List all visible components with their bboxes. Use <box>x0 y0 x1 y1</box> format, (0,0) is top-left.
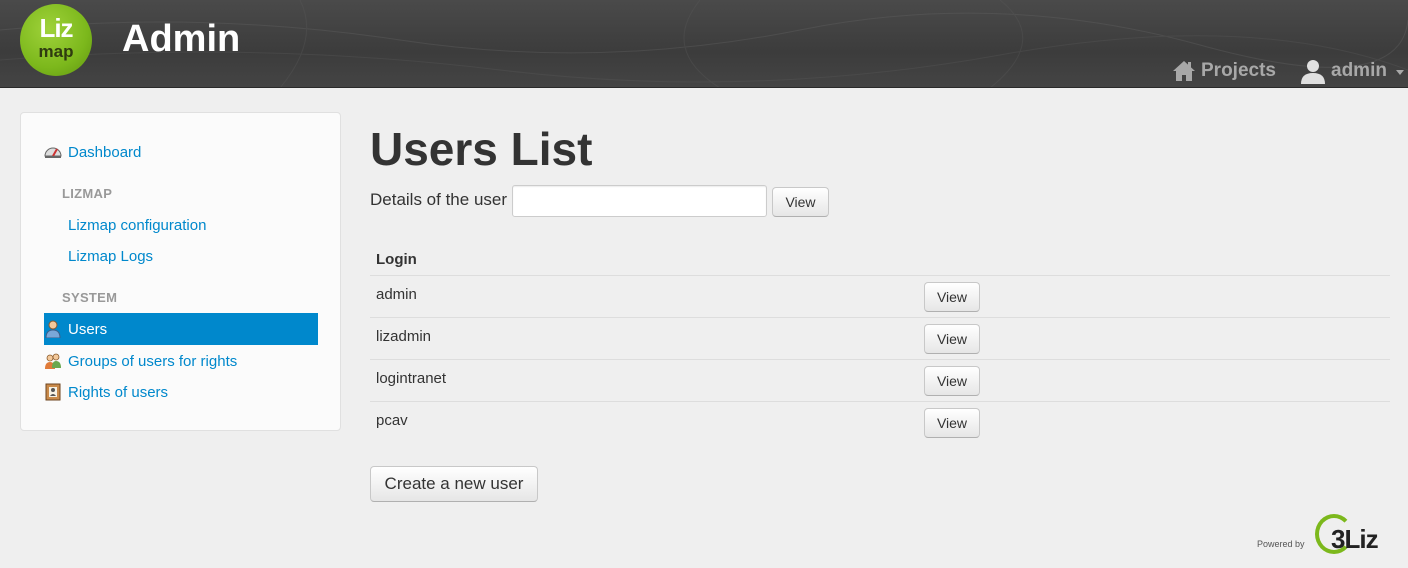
groups-icon <box>45 353 61 369</box>
sidebar-item-label: Rights of users <box>68 383 169 401</box>
page-brand-title: Admin <box>122 18 241 60</box>
sidebar-item-label: Dashboard <box>68 143 142 161</box>
sidebar-item-dashboard[interactable]: Dashboard <box>44 136 318 168</box>
nav-projects-link[interactable]: Projects <box>1172 57 1276 85</box>
user-icon <box>1301 60 1325 84</box>
view-user-details-button[interactable]: View <box>772 187 829 217</box>
view-user-button[interactable]: View <box>924 324 980 354</box>
dashboard-icon <box>44 147 62 158</box>
rights-icon <box>45 383 61 401</box>
user-menu-dropdown[interactable]: admin <box>1300 57 1404 85</box>
table-row: lizadmin View <box>370 318 1390 360</box>
top-navbar: Liz map Admin Projects admin <box>0 0 1408 88</box>
sidebar-header-system: SYSTEM <box>62 290 118 305</box>
logo-text-top: Liz <box>39 13 73 43</box>
user-login-input[interactable] <box>512 185 767 217</box>
3liz-brand-text: 3Liz <box>1331 524 1379 554</box>
logo-text-bottom: map <box>38 42 74 61</box>
sidebar-item-label: Users <box>68 320 108 338</box>
table-row: pcav View <box>370 402 1390 444</box>
create-new-user-button[interactable]: Create a new user <box>370 466 538 502</box>
sidebar-item-label: Lizmap Logs <box>68 247 154 265</box>
powered-by-text: Powered by <box>1257 539 1305 549</box>
view-user-button[interactable]: View <box>924 366 980 396</box>
lizmap-logo[interactable]: Liz map <box>20 4 92 76</box>
view-user-button[interactable]: View <box>924 408 980 438</box>
admin-sidebar: Dashboard LIZMAP Lizmap configuration Li… <box>20 112 341 431</box>
table-row: admin View <box>370 276 1390 318</box>
sidebar-item-label: Groups of users for rights <box>68 352 238 370</box>
nav-projects-label: Projects <box>1201 60 1276 81</box>
sidebar-item-groups[interactable]: Groups of users for rights <box>44 345 318 377</box>
powered-by-3liz-logo[interactable]: Powered by 3Liz <box>1257 514 1393 558</box>
user-login: pcav <box>376 412 408 429</box>
page-title: Users List <box>370 123 593 175</box>
sidebar-header-lizmap: LIZMAP <box>62 186 113 201</box>
sidebar-item-lizmap-configuration[interactable]: Lizmap configuration <box>68 209 318 241</box>
home-icon <box>1173 61 1195 81</box>
user-login: admin <box>376 286 417 303</box>
users-icon <box>45 320 61 338</box>
user-login: lizadmin <box>376 328 432 345</box>
table-row: logintranet View <box>370 360 1390 402</box>
user-menu-label: admin <box>1331 60 1387 81</box>
sidebar-item-label: Lizmap configuration <box>68 216 207 234</box>
users-table: Login admin View lizadmin View logintran… <box>370 243 1390 444</box>
table-header-login: Login <box>370 243 1390 276</box>
sidebar-item-users[interactable]: Users <box>44 313 318 345</box>
view-user-button[interactable]: View <box>924 282 980 312</box>
user-details-label: Details of the user <box>370 190 508 209</box>
chevron-down-icon <box>1395 69 1404 75</box>
user-login: logintranet <box>376 370 447 387</box>
sidebar-item-rights[interactable]: Rights of users <box>44 376 318 408</box>
sidebar-item-lizmap-logs[interactable]: Lizmap Logs <box>68 240 318 272</box>
